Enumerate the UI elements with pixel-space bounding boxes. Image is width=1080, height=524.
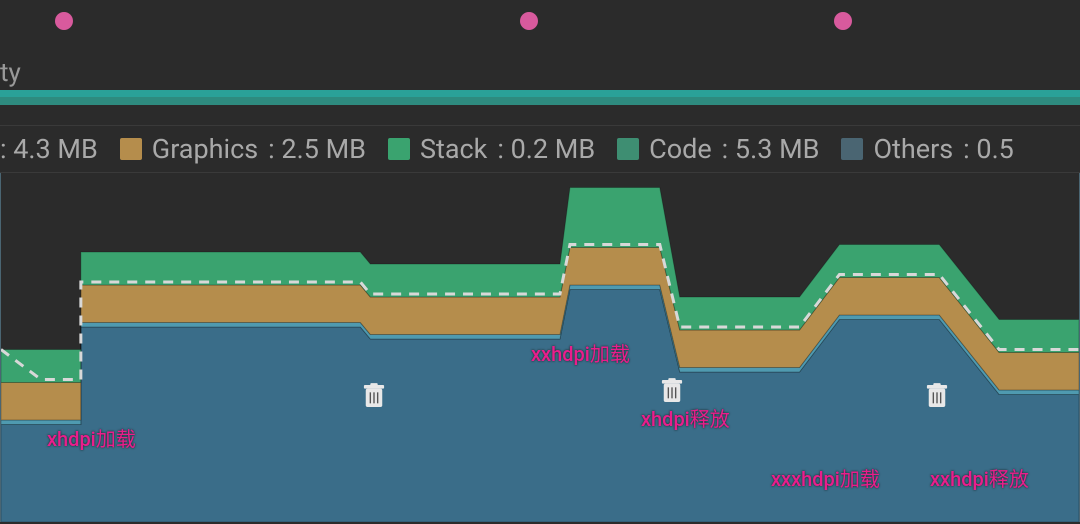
legend-swatch	[388, 138, 410, 160]
annotation: xxhdpi释放	[930, 463, 1029, 492]
legend-label: : 4.3 MB	[0, 133, 98, 165]
legend-label-prefix: Stack	[420, 133, 487, 165]
activity-bar-shadow	[0, 97, 1080, 105]
legend-label: : 0.5	[963, 133, 1014, 165]
legend-label-prefix: Code	[649, 133, 712, 165]
legend-label-prefix: Graphics	[152, 133, 258, 165]
legend-swatch	[617, 138, 639, 160]
legend-label-prefix: Others	[873, 133, 953, 165]
trash-icon	[661, 378, 683, 404]
legend-item: Graphics : 2.5 MB	[120, 133, 366, 165]
event-dot	[520, 12, 538, 30]
memory-chart[interactable]: xhdpi加载 xxhdpi加载 xhdpi释放 xxxhdpi加载 xxhdp…	[0, 173, 1080, 522]
event-dot	[55, 12, 73, 30]
legend-swatch	[120, 138, 142, 160]
trash-icon	[363, 383, 385, 409]
header: ty	[0, 0, 1080, 125]
title-text: ty	[0, 58, 21, 88]
event-dots-row	[0, 0, 1080, 55]
legend-label: : 0.2 MB	[497, 133, 595, 165]
annotation: xhdpi释放	[641, 403, 730, 432]
legend-item: : 4.3 MB	[0, 133, 98, 165]
event-dot	[834, 12, 852, 30]
legend-label: : 2.5 MB	[268, 133, 366, 165]
annotation: xhdpi加载	[47, 423, 136, 452]
legend-item: Others : 0.5	[841, 133, 1013, 165]
legend-label: : 5.3 MB	[722, 133, 820, 165]
profiler-title: ty	[0, 55, 1080, 90]
legend: : 4.3 MB Graphics: 2.5 MB Stack: 0.2 MB …	[0, 125, 1080, 173]
trash-icon	[926, 383, 948, 409]
legend-swatch	[841, 138, 863, 160]
annotation: xxhdpi加载	[531, 338, 630, 367]
annotation: xxxhdpi加载	[771, 463, 880, 492]
legend-item: Stack : 0.2 MB	[388, 133, 595, 165]
legend-item: Code : 5.3 MB	[617, 133, 819, 165]
